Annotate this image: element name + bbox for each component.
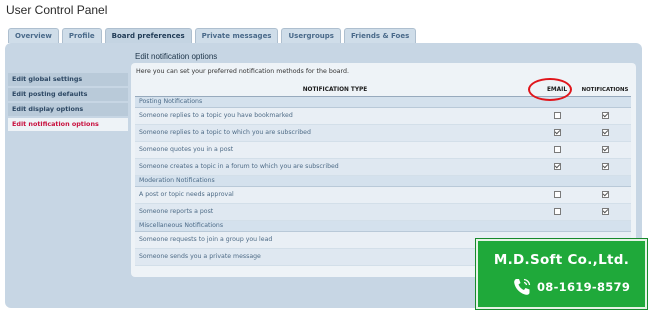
- sidebar-item-posting-defaults[interactable]: Edit posting defaults: [8, 88, 128, 101]
- table-row: Someone reports a post: [135, 203, 631, 221]
- page-title: User Control Panel: [6, 3, 108, 17]
- tab-friends-foes[interactable]: Friends & Foes: [343, 28, 417, 43]
- notification-type-label: Someone sends you a private message: [135, 248, 535, 266]
- notification-type-label: Someone creates a topic in a forum to wh…: [135, 158, 535, 176]
- column-header-notifications: NOTIFICATIONS: [579, 84, 631, 97]
- category-label: Moderation Notifications: [135, 175, 631, 187]
- email-cell: [535, 158, 579, 176]
- notifications-cell: [579, 107, 631, 125]
- notifications-cell: [579, 203, 631, 221]
- tab-board-preferences[interactable]: Board preferences: [104, 28, 192, 44]
- email-cell: [535, 203, 579, 221]
- notifications-checkbox[interactable]: [601, 190, 609, 198]
- table-row: Someone replies to a topic you have book…: [135, 107, 631, 125]
- phone-icon: [514, 278, 531, 295]
- sidebar-item-notification-options[interactable]: Edit notification options: [8, 118, 128, 131]
- email-checkbox[interactable]: [553, 111, 561, 119]
- category-row: Moderation Notifications: [135, 175, 631, 187]
- notification-type-label: Someone requests to join a group you lea…: [135, 231, 535, 249]
- watermark-company-name: M.D.Soft Co.,Ltd.: [493, 252, 630, 268]
- notification-type-label: A post or topic needs approval: [135, 186, 535, 204]
- category-label: Miscellaneous Notifications: [135, 220, 631, 232]
- table-row: Someone quotes you in a post: [135, 141, 631, 159]
- email-cell: [535, 124, 579, 142]
- table-row: A post or topic needs approval: [135, 186, 631, 204]
- watermark-phone-number: 08-1619-8579: [537, 280, 631, 294]
- email-checkbox[interactable]: [553, 128, 561, 136]
- category-row: Posting Notifications: [135, 96, 631, 108]
- tab-bar: Overview Profile Board preferences Priva…: [8, 28, 419, 44]
- notifications-cell: [579, 186, 631, 204]
- category-label: Posting Notifications: [135, 96, 631, 108]
- column-header-type: NOTIFICATION TYPE: [135, 84, 535, 97]
- sidebar-nav: Edit global settings Edit posting defaul…: [8, 73, 128, 133]
- tab-usergroups[interactable]: Usergroups: [281, 28, 341, 43]
- notifications-checkbox[interactable]: [601, 111, 609, 119]
- notifications-cell: [579, 141, 631, 159]
- company-watermark: M.D.Soft Co.,Ltd. 08-1619-8579: [476, 239, 647, 309]
- tab-private-messages[interactable]: Private messages: [194, 28, 279, 43]
- notification-type-label: Someone replies to a topic to which you …: [135, 124, 535, 142]
- email-checkbox[interactable]: [553, 145, 561, 153]
- sidebar-item-display-options[interactable]: Edit display options: [8, 103, 128, 116]
- email-checkbox[interactable]: [553, 162, 561, 170]
- notifications-checkbox[interactable]: [601, 145, 609, 153]
- table-row: Someone creates a topic in a forum to wh…: [135, 158, 631, 176]
- email-cell: [535, 141, 579, 159]
- column-header-email: EMAIL: [535, 84, 579, 97]
- sidebar-item-global-settings[interactable]: Edit global settings: [8, 73, 128, 86]
- notification-type-label: Someone replies to a topic you have book…: [135, 107, 535, 125]
- section-title: Edit notification options: [135, 52, 218, 61]
- notifications-cell: [579, 158, 631, 176]
- notification-type-label: Someone quotes you in a post: [135, 141, 535, 159]
- notification-type-label: Someone reports a post: [135, 203, 535, 221]
- description-text: Here you can set your preferred notifica…: [136, 68, 350, 75]
- notifications-cell: [579, 124, 631, 142]
- table-row: Someone replies to a topic to which you …: [135, 124, 631, 142]
- notifications-checkbox[interactable]: [601, 128, 609, 136]
- email-cell: [535, 107, 579, 125]
- table-header: NOTIFICATION TYPE EMAIL NOTIFICATIONS: [135, 84, 631, 97]
- category-row: Miscellaneous Notifications: [135, 220, 631, 232]
- notifications-checkbox[interactable]: [601, 207, 609, 215]
- email-checkbox[interactable]: [553, 207, 561, 215]
- email-checkbox[interactable]: [553, 190, 561, 198]
- tab-profile[interactable]: Profile: [61, 28, 102, 43]
- notifications-checkbox[interactable]: [601, 162, 609, 170]
- email-cell: [535, 186, 579, 204]
- tab-overview[interactable]: Overview: [8, 28, 59, 43]
